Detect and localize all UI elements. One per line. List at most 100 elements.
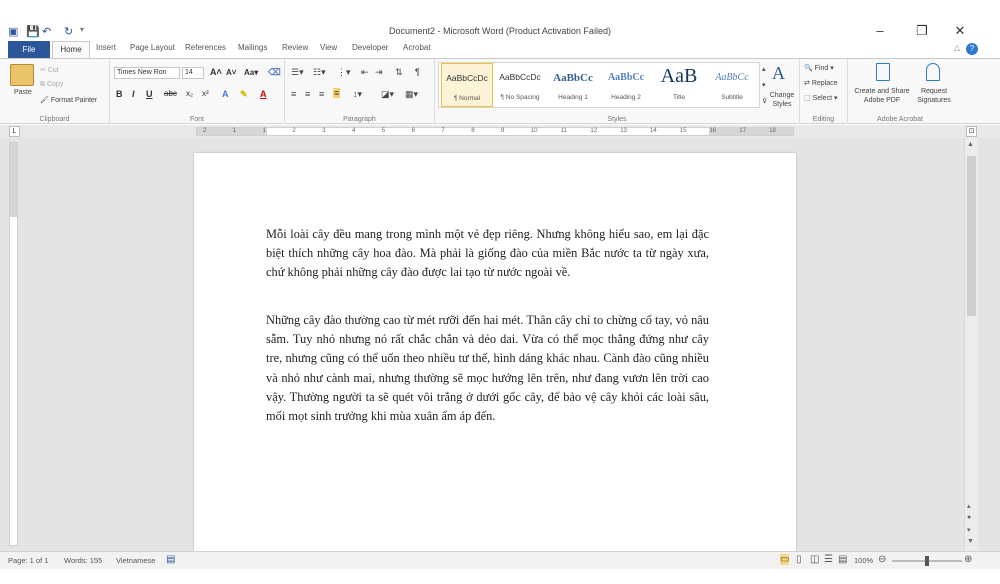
font-name-dropdown[interactable]: Times New Ron xyxy=(114,67,180,79)
tab-insert[interactable]: Insert xyxy=(96,43,116,52)
justify-icon[interactable]: ≡ xyxy=(333,88,341,98)
macro-record-icon[interactable]: ▤ xyxy=(166,554,175,565)
subscript-button[interactable]: x₂ xyxy=(186,89,193,98)
font-color-button[interactable]: A xyxy=(260,89,267,99)
replace-label: Replace xyxy=(811,80,838,87)
web-layout-icon[interactable]: ◫ xyxy=(810,554,819,565)
replace-button[interactable]: ⇄ Replace xyxy=(804,79,838,87)
cut-button[interactable]: ✂ Cut xyxy=(40,66,59,74)
paste-button[interactable]: Paste xyxy=(14,89,32,96)
tab-references[interactable]: References xyxy=(185,43,226,52)
view-ruler-icon[interactable]: ⊡ xyxy=(966,126,977,137)
editing-group: 🔍 Find ▾ ⇄ Replace ⬚ Select ▾ Editing xyxy=(800,59,848,124)
restore-icon[interactable]: ❐ xyxy=(912,23,932,39)
scroll-down-icon[interactable]: ▼ xyxy=(967,538,974,545)
tab-home[interactable]: Home xyxy=(52,41,90,58)
tab-file[interactable]: File xyxy=(8,41,50,58)
change-styles-button[interactable]: Change Styles xyxy=(769,91,795,109)
decrease-indent-icon[interactable]: ⇤ xyxy=(361,67,369,78)
scroll-thumb[interactable] xyxy=(967,156,976,316)
superscript-button[interactable]: x² xyxy=(202,89,209,98)
style-normal[interactable]: AaBbCcDc ¶ Normal xyxy=(441,63,493,107)
previous-page-icon[interactable]: ▴ xyxy=(967,502,971,510)
find-button[interactable]: 🔍 Find ▾ xyxy=(804,64,834,72)
sort-icon[interactable]: ⇅ xyxy=(395,67,403,78)
style-heading-1[interactable]: AaBbCc Heading 1 xyxy=(547,63,599,107)
show-marks-icon[interactable]: ¶ xyxy=(415,67,420,77)
shrink-font-button[interactable]: A˅ xyxy=(226,68,236,77)
change-styles-icon[interactable]: A xyxy=(772,63,785,84)
style-title[interactable]: AaB Title xyxy=(653,63,705,107)
style-subtitle[interactable]: AaBbCc Subtitle xyxy=(706,63,758,107)
create-pdf-icon xyxy=(876,63,890,81)
tab-page-layout[interactable]: Page Layout xyxy=(130,43,175,52)
tab-view[interactable]: View xyxy=(320,43,337,52)
paragraph-2[interactable]: Những cây đào thường cao từ mét rưỡi đến… xyxy=(266,311,709,426)
borders-icon[interactable]: ▦▾ xyxy=(405,89,418,100)
numbering-icon[interactable]: ☷▾ xyxy=(313,67,326,78)
tab-acrobat[interactable]: Acrobat xyxy=(403,43,431,52)
style-heading-2[interactable]: AaBbCc Heading 2 xyxy=(600,63,652,107)
language-indicator[interactable]: Vietnamese xyxy=(116,556,155,565)
clear-formatting-icon[interactable]: ⌫ xyxy=(268,67,281,78)
align-left-icon[interactable]: ≡ xyxy=(291,89,296,99)
increase-indent-icon[interactable]: ⇥ xyxy=(375,67,383,78)
format-painter-button[interactable]: 🖌 Format Painter xyxy=(40,96,97,104)
bold-button[interactable]: B xyxy=(116,89,123,99)
shading-icon[interactable]: ◪▾ xyxy=(381,89,394,100)
outline-view-icon[interactable]: ☰ xyxy=(824,554,833,565)
ruler-tick-label: 3 xyxy=(322,128,326,134)
underline-button[interactable]: U xyxy=(146,89,153,99)
close-icon[interactable]: ✕ xyxy=(950,23,970,39)
tab-developer[interactable]: Developer xyxy=(352,43,388,52)
styles-scroll-down-icon[interactable]: ▾ xyxy=(762,81,766,89)
zoom-slider-thumb[interactable] xyxy=(925,556,929,566)
browse-object-icon[interactable]: ● xyxy=(967,514,971,521)
highlight-button[interactable]: ✎ xyxy=(240,89,248,100)
bullets-icon[interactable]: ☰▾ xyxy=(291,67,304,78)
full-screen-reading-icon[interactable]: ▯ xyxy=(796,554,802,565)
tab-selector-icon[interactable]: L xyxy=(9,126,20,137)
line-spacing-icon[interactable]: ↕▾ xyxy=(353,89,362,100)
paste-icon[interactable] xyxy=(10,64,34,86)
print-layout-icon[interactable]: ▭ xyxy=(780,554,790,565)
select-button[interactable]: ⬚ Select ▾ xyxy=(804,94,838,102)
paragraph-1[interactable]: Mỗi loài cây đều mang trong mình một vẻ … xyxy=(266,225,709,283)
grow-font-button[interactable]: A˄ xyxy=(210,67,222,77)
strikethrough-button[interactable]: abc xyxy=(164,89,177,98)
change-case-button[interactable]: Aa▾ xyxy=(244,68,258,77)
help-icon[interactable]: ? xyxy=(966,43,978,55)
zoom-out-icon[interactable]: ⊖ xyxy=(878,554,886,565)
italic-button[interactable]: I xyxy=(132,89,135,99)
styles-scroll-up-icon[interactable]: ▴ xyxy=(762,65,766,73)
font-size-dropdown[interactable]: 14 xyxy=(182,67,204,79)
vertical-scrollbar[interactable]: ▲ ▴ ● ▾ ▼ xyxy=(964,138,978,551)
style-no-spacing[interactable]: AaBbCcDc ¶ No Spacing xyxy=(494,63,546,107)
text-effects-button[interactable]: A xyxy=(222,89,229,99)
styles-more-icon[interactable]: ⊽ xyxy=(762,97,767,105)
align-right-icon[interactable]: ≡ xyxy=(319,89,324,99)
align-center-icon[interactable]: ≡ xyxy=(305,89,310,99)
minimize-ribbon-icon[interactable]: △ xyxy=(954,43,960,52)
styles-gallery: AaBbCcDc ¶ Normal AaBbCcDc ¶ No Spacing … xyxy=(438,62,760,108)
copy-button[interactable]: ⧉ Copy xyxy=(40,81,63,89)
request-signatures-button[interactable]: Request Signatures xyxy=(914,87,954,105)
zoom-in-icon[interactable]: ⊕ xyxy=(964,554,972,565)
document-page[interactable]: Mỗi loài cây đều mang trong mình một vẻ … xyxy=(194,153,796,551)
minimize-icon[interactable]: – xyxy=(870,23,890,38)
draft-view-icon[interactable]: ▤ xyxy=(838,554,847,565)
zoom-level[interactable]: 100% xyxy=(854,556,873,565)
ruler-tick-label: 7 xyxy=(441,128,445,134)
horizontal-ruler[interactable]: 2 1 1 2 3 4 5 6 7 8 9 10 11 12 13 14 15 16 17 18 xyxy=(196,127,794,136)
create-share-pdf-button[interactable]: Create and Share Adobe PDF xyxy=(850,87,914,105)
ruler-tick-label: 18 xyxy=(769,128,776,134)
zoom-slider[interactable] xyxy=(892,556,962,566)
vertical-ruler[interactable] xyxy=(9,142,18,546)
next-page-icon[interactable]: ▾ xyxy=(967,526,971,534)
tab-mailings[interactable]: Mailings xyxy=(238,43,267,52)
tab-review[interactable]: Review xyxy=(282,43,308,52)
multilevel-list-icon[interactable]: ⋮▾ xyxy=(337,67,351,78)
scroll-up-icon[interactable]: ▲ xyxy=(967,141,974,148)
page-count[interactable]: Page: 1 of 1 xyxy=(8,556,48,565)
word-count[interactable]: Words: 155 xyxy=(64,556,102,565)
